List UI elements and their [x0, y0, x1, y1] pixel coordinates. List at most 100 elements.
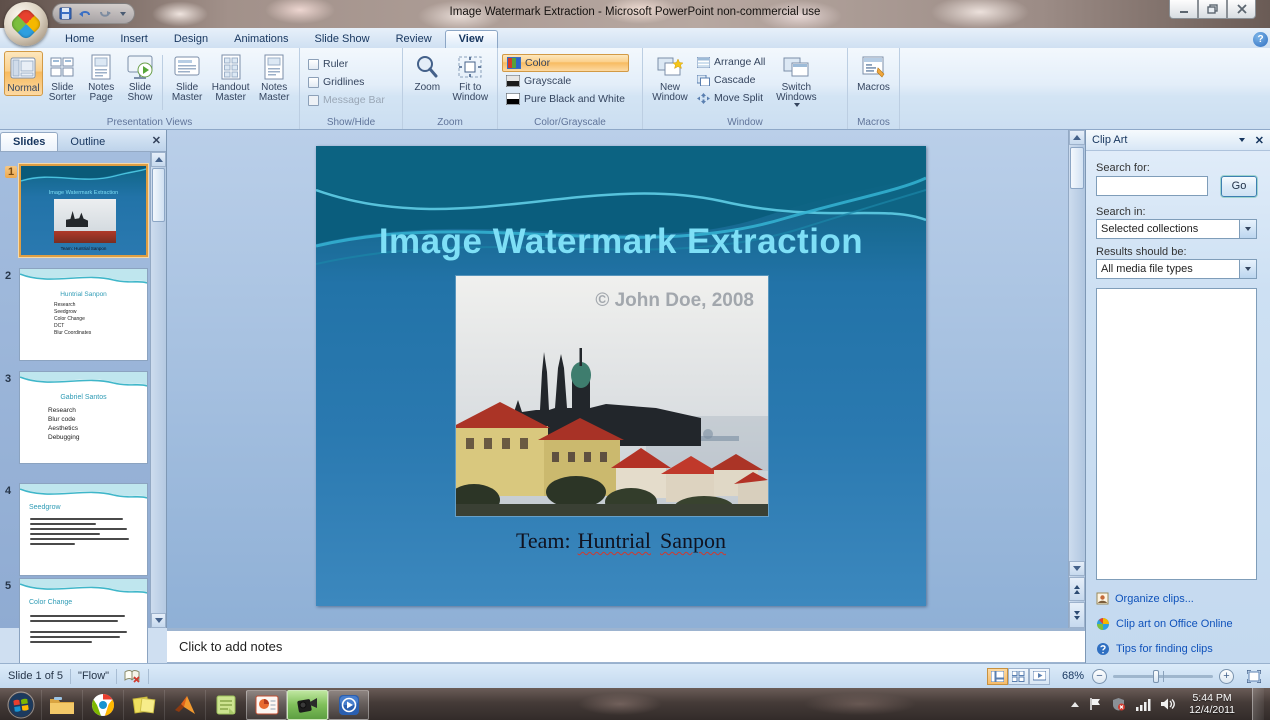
cascade-button[interactable]: Cascade [693, 71, 769, 89]
slides-pane-scrollbar[interactable] [150, 152, 166, 628]
slide-thumbnail-4[interactable]: Seedgrow [19, 483, 148, 576]
zoom-in-button[interactable]: + [1219, 668, 1234, 684]
clip-art-results-list[interactable] [1096, 288, 1257, 580]
pane-close-icon[interactable]: ✕ [1255, 134, 1264, 147]
zoom-slider[interactable] [1113, 669, 1213, 683]
notes-master-button[interactable]: Notes Master [253, 51, 295, 104]
taskbar-chrome-button[interactable] [82, 689, 123, 720]
gridlines-checkbox[interactable]: Gridlines [304, 73, 389, 91]
minimize-button[interactable] [1169, 0, 1198, 19]
zoom-level: 68% [1061, 670, 1084, 682]
zoom-slider-thumb[interactable] [1153, 669, 1159, 683]
tab-slides[interactable]: Slides [0, 132, 59, 151]
tab-insert[interactable]: Insert [107, 31, 161, 48]
taskbar-clock[interactable]: 5:44 PM 12/4/2011 [1189, 692, 1235, 716]
close-button[interactable] [1227, 0, 1256, 19]
switch-windows-button[interactable]: Switch Windows [769, 51, 823, 108]
tab-view[interactable]: View [444, 30, 498, 48]
start-button[interactable] [0, 690, 41, 720]
statusbar-slide-sorter-button[interactable] [1007, 667, 1029, 685]
notes-pane[interactable]: Click to add notes [167, 628, 1085, 663]
normal-view-button[interactable]: Normal [4, 51, 43, 96]
statusbar-slide-show-button[interactable] [1028, 667, 1050, 685]
macros-button[interactable]: Macros [852, 51, 895, 94]
clip-art-header: Clip Art ✕ [1086, 130, 1270, 151]
arrange-all-button[interactable]: Arrange All [693, 53, 769, 71]
thumb-bullets: Research Blur code Aesthetics Debugging [48, 407, 80, 441]
theme-wave-decoration [20, 372, 147, 387]
office-button[interactable] [4, 2, 48, 46]
ribbon-tab-bar: Home Insert Design Animations Slide Show… [0, 28, 1270, 48]
network-signal-icon[interactable] [1135, 698, 1151, 711]
slide-photo[interactable]: © John Doe, 2008 © John Doe, 2008 [448, 276, 768, 520]
scrollbar-thumb[interactable] [152, 168, 165, 222]
dropdown-button[interactable] [1239, 260, 1256, 278]
message-bar-checkbox: Message Bar [304, 91, 389, 109]
show-desktop-button[interactable] [1252, 688, 1264, 720]
security-alert-icon[interactable] [1111, 697, 1126, 711]
volume-icon[interactable] [1160, 697, 1176, 711]
tray-expand-icon[interactable] [1071, 701, 1080, 707]
scroll-down-button[interactable] [151, 613, 166, 628]
pane-menu-icon[interactable] [1238, 138, 1245, 142]
previous-slide-button[interactable] [1069, 577, 1085, 601]
tips-finding-clips-link[interactable]: Tips for finding clips [1096, 642, 1213, 656]
action-center-flag-icon[interactable] [1088, 697, 1102, 711]
slide-title-text[interactable]: Image Watermark Extraction [316, 222, 926, 262]
slide-show-button[interactable]: Slide Show [121, 51, 160, 104]
restore-button[interactable] [1198, 0, 1227, 19]
taskbar-matlab-button[interactable] [164, 689, 205, 720]
tab-slide-show[interactable]: Slide Show [302, 31, 383, 48]
taskbar-screen-recorder-button[interactable] [287, 689, 328, 720]
grayscale-button[interactable]: Grayscale [502, 72, 629, 90]
slide-canvas[interactable]: Image Watermark Extraction © John Doe, 2… [316, 146, 926, 606]
next-slide-button[interactable] [1069, 602, 1085, 628]
fit-slide-to-window-button[interactable] [1244, 668, 1264, 685]
organize-clips-link[interactable]: Organize clips... [1096, 592, 1194, 605]
tab-review[interactable]: Review [383, 31, 445, 48]
search-in-dropdown[interactable]: Selected collections [1096, 219, 1257, 239]
scroll-up-button[interactable] [1069, 130, 1085, 145]
zoom-button[interactable]: Zoom [407, 51, 448, 94]
slide-master-button[interactable]: Slide Master [166, 51, 208, 104]
slide-sorter-button[interactable]: Slide Sorter [43, 51, 82, 104]
slide-thumbnail-5[interactable]: Color Change [19, 578, 148, 671]
taskbar-explorer-button[interactable] [41, 689, 82, 720]
taskbar-media-player-button[interactable] [328, 689, 369, 720]
notes-placeholder[interactable]: Click to add notes [179, 639, 282, 654]
scroll-up-button[interactable] [151, 152, 166, 167]
tab-design[interactable]: Design [161, 31, 221, 48]
search-input[interactable] [1096, 176, 1208, 196]
slide-scrollbar[interactable] [1068, 130, 1085, 628]
slide-thumbnail-1[interactable]: Image Watermark Extraction Team: Huntria… [19, 164, 148, 257]
clip-art-office-online-link[interactable]: Clip art on Office Online [1096, 617, 1233, 631]
statusbar-normal-view-button[interactable] [986, 667, 1008, 685]
scroll-down-button[interactable] [1069, 561, 1085, 576]
slide-thumbnail-3[interactable]: Gabriel Santos Research Blur code Aesthe… [19, 371, 148, 464]
tab-outline[interactable]: Outline [58, 133, 117, 151]
tab-animations[interactable]: Animations [221, 31, 301, 48]
notes-page-button[interactable]: Notes Page [82, 51, 121, 104]
dropdown-button[interactable] [1239, 220, 1256, 238]
fit-to-window-button[interactable]: Fit to Window [448, 51, 493, 104]
results-dropdown[interactable]: All media file types [1096, 259, 1257, 279]
slide-thumbnail-2[interactable]: Huntrial Sanpon Research Seedgrow Color … [19, 268, 148, 361]
ruler-checkbox[interactable]: Ruler [304, 55, 389, 73]
zoom-out-button[interactable]: − [1092, 668, 1107, 684]
scrollbar-thumb[interactable] [1070, 147, 1084, 189]
tab-home[interactable]: Home [52, 31, 107, 48]
taskbar-sticky-notes-button[interactable] [123, 689, 164, 720]
team-text[interactable]: Team: Huntrial Sanpon [316, 528, 926, 554]
pure-black-white-button[interactable]: Pure Black and White [502, 90, 629, 108]
taskbar-powerpoint-button[interactable] [246, 689, 287, 720]
new-window-button[interactable]: New Window [647, 51, 693, 104]
spellcheck-icon[interactable] [124, 669, 141, 683]
move-split-button[interactable]: Move Split [693, 89, 769, 107]
color-button[interactable]: Color [502, 54, 629, 72]
go-button[interactable]: Go [1221, 176, 1257, 197]
group-window: New Window Arrange All Cascade Move Spli… [643, 48, 848, 129]
taskbar-notes-app-button[interactable] [205, 689, 246, 720]
handout-master-button[interactable]: Handout Master [208, 51, 253, 104]
help-button[interactable]: ? [1253, 32, 1268, 47]
pane-close-icon[interactable]: ✕ [152, 134, 161, 147]
